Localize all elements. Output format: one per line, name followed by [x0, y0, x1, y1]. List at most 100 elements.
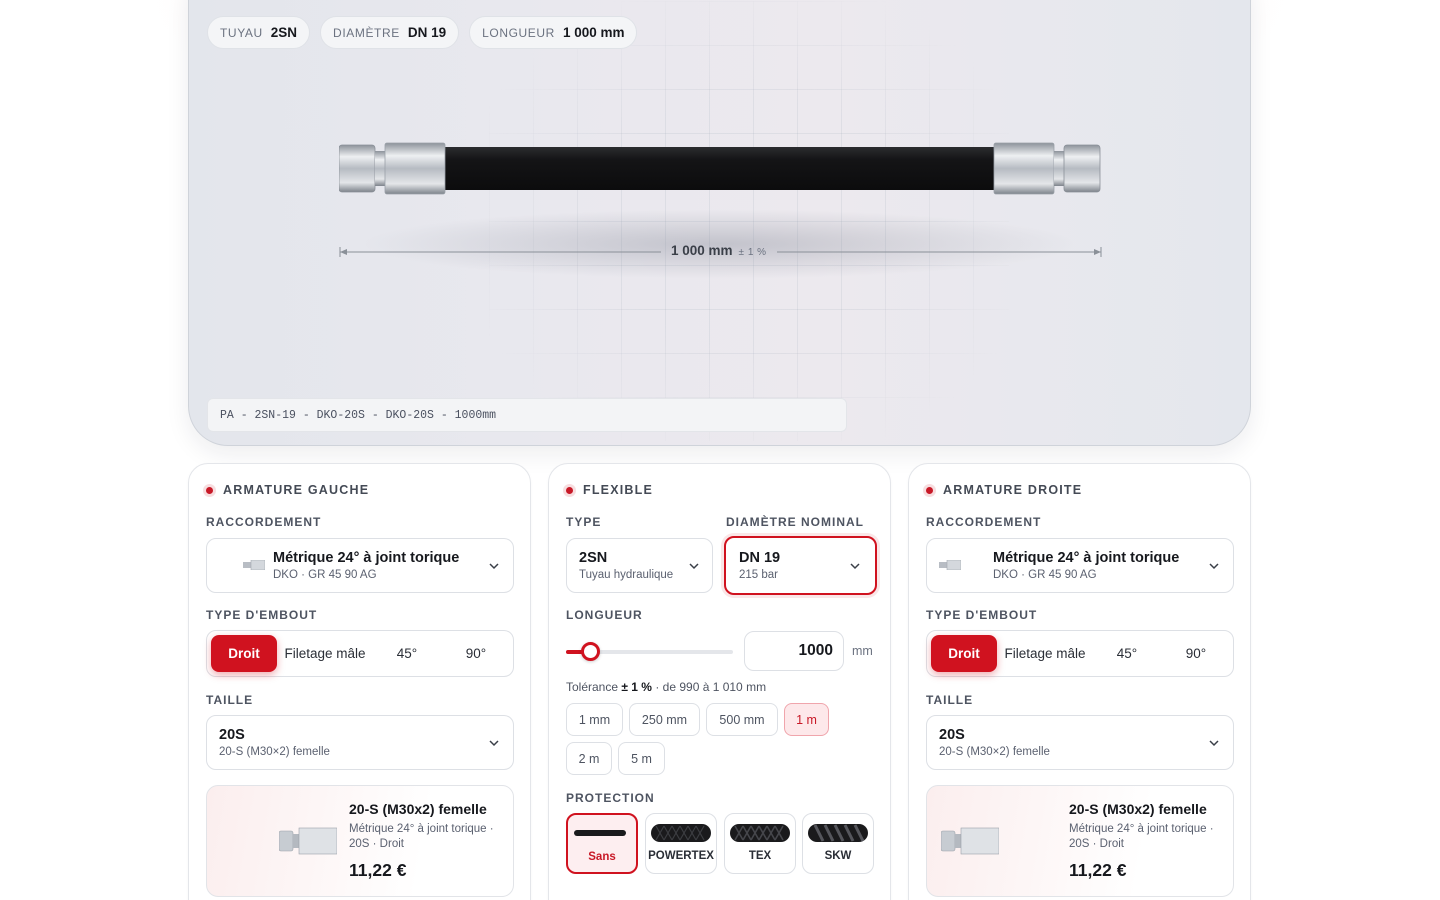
preset-5m[interactable]: 5 m [618, 742, 665, 775]
protection-tex-option[interactable]: TEX [724, 813, 796, 874]
chip-value: 2SN [270, 25, 298, 40]
tolerance-range: · de 990 à 1 010 mm [655, 680, 767, 694]
chip-key: DIAMÈTRE [333, 25, 400, 40]
hose-image [339, 142, 1101, 195]
panel-header: ARMATURE DROITE [926, 483, 1082, 497]
length-unit: mm [852, 644, 873, 658]
type-45-button[interactable]: 45° [1093, 635, 1161, 672]
chevron-down-icon [850, 563, 860, 570]
product-price: 11,22 € [349, 860, 407, 880]
chip-diametre: DIAMÈTRE DN 19 [320, 16, 460, 49]
taille-value: 20S [939, 727, 965, 743]
raccordement-label: RACCORDEMENT [206, 515, 322, 529]
dimension-value: 1 000 mm [671, 243, 733, 258]
product-title: 20-S (M30x2) femelle [1069, 801, 1207, 817]
protection-none-icon [574, 830, 626, 836]
tex-sleeve-icon [730, 824, 790, 842]
tolerance-value: ± 1 % [621, 680, 652, 694]
preset-1m[interactable]: 1 m [784, 703, 829, 736]
length-input[interactable] [744, 631, 844, 671]
type-droit-button[interactable]: Droit [211, 635, 277, 672]
taille-subvalue: 20-S (M30×2) femelle [219, 746, 330, 758]
taille-subvalue: 20-S (M30×2) femelle [939, 746, 1050, 758]
type-value: 2SN [579, 550, 608, 566]
taille-select[interactable]: 20S 20-S (M30×2) femelle [206, 715, 514, 770]
type-droit-button[interactable]: Droit [931, 635, 997, 672]
diametre-label: DIAMÈTRE NOMINAL [726, 515, 864, 529]
chip-value: DN 19 [407, 25, 447, 40]
panel-title: FLEXIBLE [583, 483, 654, 497]
status-dot-icon [566, 486, 573, 494]
type-select[interactable]: 2SN Tuyau hydraulique [566, 538, 713, 593]
raccordement-value: Métrique 24° à joint torique [273, 550, 460, 566]
panel-title: ARMATURE DROITE [943, 483, 1083, 497]
length-slider-thumb[interactable] [581, 642, 600, 661]
panel-header: ARMATURE GAUCHE [206, 483, 369, 497]
chevron-down-icon [489, 563, 499, 570]
panel-header: FLEXIBLE [566, 483, 653, 497]
dimension-tolerance: ± 1 % [738, 247, 767, 258]
raccordement-label: RACCORDEMENT [926, 515, 1042, 529]
chevron-down-icon [1209, 563, 1219, 570]
protection-label-text: TEX [748, 850, 772, 862]
preset-500mm[interactable]: 500 mm [706, 703, 778, 736]
type-embout-segmented: Droit Filetage mâle 45° 90° [206, 630, 514, 677]
protection-label: PROTECTION [566, 791, 655, 805]
raccordement-subvalue: DKO · GR 45 90 AG [273, 569, 377, 581]
raccordement-select[interactable]: Métrique 24° à joint torique DKO · GR 45… [926, 538, 1234, 593]
protection-sans-option[interactable]: Sans [566, 813, 638, 874]
type-45-button[interactable]: 45° [373, 635, 441, 672]
fitting-thumb-icon [939, 560, 961, 570]
fitting-product-image [941, 827, 999, 855]
product-card[interactable]: 20-S (M30x2) femelle Métrique 24° à join… [206, 785, 514, 897]
panel-armature-gauche: ARMATURE GAUCHE RACCORDEMENT Métrique 24… [188, 463, 531, 900]
protection-label-text: POWERTEX [648, 850, 714, 862]
dimension-label: 1 000 mm ± 1 % [663, 243, 775, 258]
hose-preview: TUYAU 2SN DIAMÈTRE DN 19 LONGUEUR 1 000 … [188, 0, 1251, 446]
diametre-subvalue: 215 bar [739, 569, 779, 581]
protection-label-text: SKW [824, 850, 852, 862]
preset-2m[interactable]: 2 m [566, 742, 612, 775]
type-embout-segmented: Droit Filetage mâle 45° 90° [926, 630, 1234, 677]
spec-chips: TUYAU 2SN DIAMÈTRE DN 19 LONGUEUR 1 000 … [207, 16, 638, 49]
skw-spiral-icon [808, 824, 868, 842]
status-dot-icon [206, 486, 213, 494]
chevron-down-icon [489, 740, 499, 747]
type-filetage-button[interactable]: Filetage mâle [279, 635, 371, 672]
product-description: Métrique 24° à joint torique · 20S · Dro… [1069, 823, 1214, 850]
product-description: Métrique 24° à joint torique · 20S · Dro… [349, 823, 494, 850]
chip-key: LONGUEUR [482, 25, 555, 40]
raccordement-subvalue: DKO · GR 45 90 AG [993, 569, 1097, 581]
product-card[interactable]: 20-S (M30x2) femelle Métrique 24° à join… [926, 785, 1234, 897]
fitting-product-image [279, 827, 337, 855]
panel-armature-droite: ARMATURE DROITE RACCORDEMENT Métrique 24… [908, 463, 1251, 900]
taille-label: TAILLE [926, 693, 974, 707]
raccordement-select[interactable]: Métrique 24° à joint torique DKO · GR 45… [206, 538, 514, 593]
raccordement-value: Métrique 24° à joint torique [993, 550, 1180, 566]
diametre-select[interactable]: DN 19 215 bar [724, 536, 877, 595]
product-price: 11,22 € [1069, 860, 1127, 880]
type-embout-label: TYPE D'EMBOUT [206, 608, 318, 622]
chevron-down-icon [689, 563, 699, 570]
taille-label: TAILLE [206, 693, 254, 707]
protection-powertex-option[interactable]: POWERTEX [645, 813, 717, 874]
type-filetage-button[interactable]: Filetage mâle [999, 635, 1091, 672]
chip-value: 1 000 mm [562, 25, 625, 40]
type-label: TYPE [566, 515, 602, 529]
type-90-button[interactable]: 90° [1163, 635, 1229, 672]
preset-1mm[interactable]: 1 mm [566, 703, 623, 736]
panel-flexible: FLEXIBLE TYPE DIAMÈTRE NOMINAL 2SN Tuyau… [548, 463, 891, 900]
chip-longueur: LONGUEUR 1 000 mm [469, 16, 638, 49]
type-90-button[interactable]: 90° [443, 635, 509, 672]
status-dot-icon [926, 486, 933, 494]
chevron-down-icon [1209, 740, 1219, 747]
type-embout-label: TYPE D'EMBOUT [926, 608, 1038, 622]
preset-250mm[interactable]: 250 mm [629, 703, 700, 736]
diametre-value: DN 19 [739, 550, 781, 566]
protection-skw-option[interactable]: SKW [802, 813, 874, 874]
taille-select[interactable]: 20S 20-S (M30×2) femelle [926, 715, 1234, 770]
chip-key: TUYAU [220, 25, 263, 40]
tolerance-text: Tolérance ± 1 % · de 990 à 1 010 mm [566, 680, 766, 694]
product-title: 20-S (M30x2) femelle [349, 801, 487, 817]
fitting-thumb-icon [243, 560, 265, 570]
